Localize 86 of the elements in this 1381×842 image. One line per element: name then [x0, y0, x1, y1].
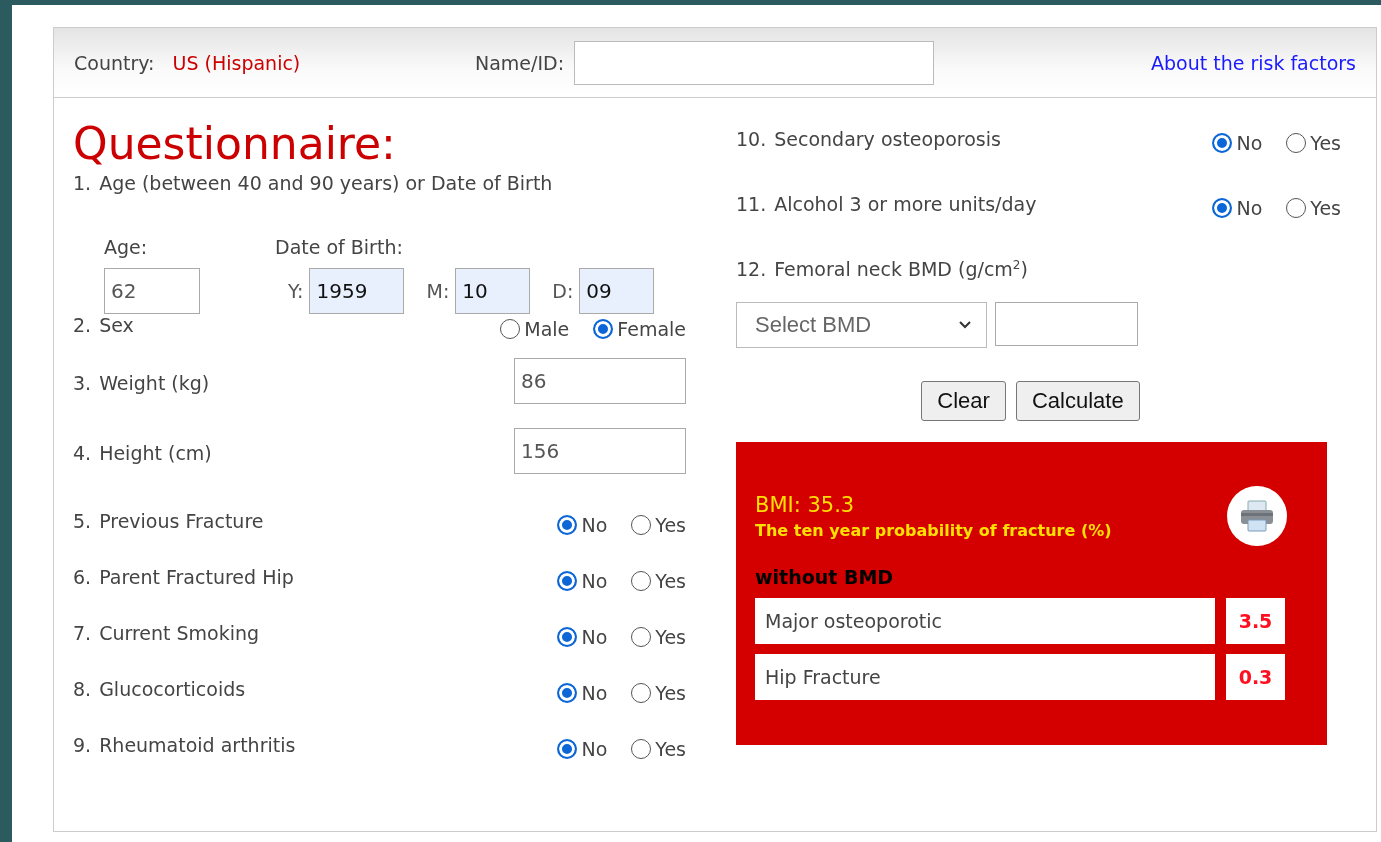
printer-icon[interactable] [1227, 486, 1287, 547]
option-label: No [581, 738, 608, 761]
question-number: 6. [73, 566, 92, 589]
radio-button[interactable] [1286, 198, 1307, 218]
bmi-value: BMI: 35.3 [755, 492, 856, 517]
risk-factors-link[interactable]: About the risk factors [1150, 51, 1356, 74]
option-label: No [1236, 132, 1263, 154]
question-label: Alcohol 3 or more units/day [774, 193, 1037, 215]
date-of-birth-label: Date of Birth: [275, 236, 404, 259]
option-label: Yes [1310, 197, 1341, 219]
name-id-field[interactable] [574, 40, 935, 85]
form-button[interactable]: Calculate [1015, 381, 1140, 422]
question-label: Parent Fractured Hip [99, 566, 294, 589]
result-label: Major osteoporotic [755, 598, 1215, 645]
radio-button[interactable] [1212, 198, 1233, 218]
name-id-label: Name/ID: [475, 51, 565, 74]
chevron-icon [958, 320, 972, 331]
option-label: No [581, 682, 608, 705]
radio-button[interactable] [557, 683, 578, 704]
radio-button[interactable] [1286, 133, 1307, 153]
question-number: 7. [73, 622, 92, 645]
question-number: 9. [73, 734, 92, 757]
date-part-label: M: [426, 280, 450, 303]
date-part-label: Y: [288, 280, 304, 303]
question-number: 11. [736, 193, 767, 215]
option-label: No [581, 570, 608, 593]
question-label: Sex [99, 314, 134, 337]
number-field[interactable]: 86 [514, 358, 686, 405]
question-number: 10. [736, 128, 767, 150]
question-label: Current Smoking [99, 622, 260, 645]
radio-button[interactable] [557, 571, 578, 592]
radio-button[interactable] [631, 515, 652, 536]
question-label: Age (between 40 and 90 years) or Date of Birth [99, 172, 553, 195]
option-label: No [581, 514, 608, 537]
option-label: Yes [655, 682, 686, 705]
questionnaire-title: Questionnaire: [73, 120, 397, 169]
question-number: 5. [73, 510, 92, 533]
option-label: Male [524, 318, 570, 341]
question-number: 8. [73, 678, 92, 701]
question-label: Previous Fracture [99, 510, 264, 533]
option-label: Yes [655, 570, 686, 593]
country-value: US (Hispanic) [172, 51, 301, 74]
bmd-select[interactable]: Select BMD [736, 302, 987, 349]
age-label: Age: [104, 236, 149, 259]
question-number: 1. [73, 172, 92, 195]
radio-button[interactable] [631, 683, 652, 704]
option-label: No [581, 626, 608, 649]
option-label: No [1236, 197, 1263, 219]
radio-button[interactable] [557, 739, 578, 760]
question-label: Height (cm) [99, 442, 212, 465]
radio-button[interactable] [593, 319, 614, 340]
option-label: Female [617, 318, 686, 341]
result-value: 3.5 [1226, 598, 1285, 645]
result-subtitle: The ten year probability of fracture (%) [755, 520, 1112, 540]
result-label: Hip Fracture [755, 654, 1215, 701]
radio-button[interactable] [631, 627, 652, 648]
question-label: Femoral neck BMD (g/cm$^{2}$) [774, 258, 1028, 281]
result-value: 0.3 [1226, 654, 1285, 701]
age-field[interactable]: 62 [104, 268, 200, 315]
option-label: Yes [655, 626, 686, 649]
option-label: Yes [655, 514, 686, 537]
question-number: 4. [73, 442, 92, 465]
bmd-field[interactable] [995, 302, 1138, 347]
radio-button[interactable] [1212, 133, 1233, 153]
question-number: 2. [73, 314, 92, 337]
question-label: Secondary osteoporosis [774, 128, 1001, 150]
question-number: 3. [73, 372, 92, 395]
date-field[interactable]: 10 [455, 268, 531, 315]
radio-button[interactable] [557, 627, 578, 648]
question-number: 12. [736, 258, 767, 281]
date-field[interactable]: 1959 [309, 268, 405, 315]
radio-button[interactable] [631, 571, 652, 592]
radio-button[interactable] [631, 739, 652, 760]
country-label: Country: [74, 51, 155, 74]
option-label: Yes [655, 738, 686, 761]
option-label: Yes [1310, 132, 1341, 154]
result-section-title: without BMD [755, 566, 895, 589]
question-label: Rheumatoid arthritis [99, 734, 296, 757]
date-part-label: D: [552, 280, 574, 303]
number-field[interactable]: 156 [514, 428, 686, 475]
form-button[interactable]: Clear [921, 381, 1006, 422]
question-label: Weight (kg) [99, 372, 210, 395]
date-field[interactable]: 09 [579, 268, 655, 315]
question-label: Glucocorticoids [99, 678, 246, 701]
radio-button[interactable] [500, 319, 521, 340]
radio-button[interactable] [557, 515, 578, 536]
